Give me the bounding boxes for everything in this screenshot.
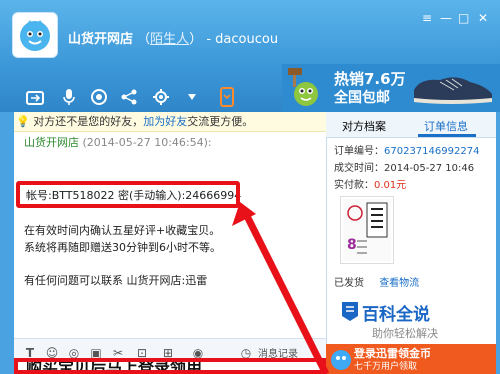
watermark-title: 百科全说: [362, 305, 430, 325]
shoe-image: [414, 77, 492, 104]
message-line-3: 系统将再随即赠送30分钟到6小时不等。: [24, 241, 221, 254]
order-number-row: 订单编号：670237146992274: [334, 142, 479, 157]
notice-suffix: 交流更方便。: [187, 115, 254, 128]
share-icon[interactable]: [118, 86, 140, 108]
thunder-mascot-icon: [331, 350, 351, 370]
tab-order[interactable]: 订单信息: [424, 118, 468, 134]
sender-name: 山货开网店: [24, 136, 79, 149]
avatar[interactable]: [12, 12, 58, 58]
bulb-icon: 💡: [16, 115, 30, 128]
watermark-subtitle: 助你轻松解决: [372, 327, 438, 340]
bottom-highlight-banner: 购买宝贝后马上登录领用: [14, 358, 326, 374]
shipping-status-row: 已发货 查看物流: [334, 274, 419, 289]
paid-label: 实付款：: [334, 180, 374, 191]
username: dacoucou: [215, 32, 279, 47]
order-number-label: 订单编号：: [334, 146, 384, 157]
view-logistics-link[interactable]: 查看物流: [379, 278, 419, 289]
bottom-banner-text: 购买宝贝后马上登录领用: [26, 358, 203, 374]
message-header: 山货开网店 (2014-05-27 10:46:54):: [24, 134, 212, 150]
tab-profile[interactable]: 对方档案: [342, 118, 386, 134]
friend-notice: 💡 对方还不是您的好友，加为好友交流更方便。: [14, 112, 326, 132]
stranger-link[interactable]: 陌生人: [150, 32, 189, 47]
menu-icon[interactable]: ≡: [422, 12, 432, 24]
bottom-ad-line2: 七千万用户领取: [354, 362, 418, 372]
highlight-box: [16, 181, 240, 208]
svg-text:8: 8: [347, 237, 357, 253]
message-line-4: 有任何问题可以联系 山货开网店:迅雷: [24, 274, 208, 287]
mascot-hammer-icon: [288, 68, 318, 106]
product-thumbnail[interactable]: 8: [340, 196, 394, 264]
active-tab-indicator: [418, 134, 476, 137]
shipping-status: 已发货: [334, 278, 364, 289]
camera-icon[interactable]: [88, 86, 110, 108]
deal-time: 2014-05-27 10:46: [384, 163, 475, 174]
mascot-icon: [20, 20, 50, 51]
close-icon[interactable]: ✕: [478, 12, 488, 24]
message-time: (2014-05-27 10:46:54):: [82, 136, 212, 149]
paid-row: 实付款：0.01元: [334, 176, 406, 191]
paid-value: 0.01元: [374, 180, 407, 191]
add-friend-link[interactable]: 加为好友: [143, 115, 187, 128]
baike-logo-icon: [342, 302, 358, 321]
maximize-icon[interactable]: □: [458, 12, 469, 24]
ad-subline: 全国包邮: [334, 90, 390, 106]
message-line-2: 在有效时间内确认五星好评+收藏宝贝。: [24, 224, 221, 237]
phone-icon[interactable]: [216, 86, 238, 108]
shop-name: 山货开网店: [68, 32, 134, 47]
window-title: 山货开网店 （陌生人） - dacoucou: [68, 32, 279, 47]
ad-headline: 热销7.6万: [334, 70, 406, 88]
more-icon[interactable]: [186, 86, 198, 108]
file-transfer-icon[interactable]: [24, 86, 46, 108]
notice-text: 对方还不是您的好友，: [33, 115, 144, 128]
minimize-icon[interactable]: —: [440, 12, 452, 24]
deal-time-label: 成交时间：: [334, 163, 384, 174]
microphone-icon[interactable]: [58, 86, 80, 108]
deal-time-row: 成交时间：2014-05-27 10:46: [334, 159, 474, 174]
settings-icon[interactable]: [150, 86, 172, 108]
order-number[interactable]: 670237146992274: [384, 146, 479, 157]
